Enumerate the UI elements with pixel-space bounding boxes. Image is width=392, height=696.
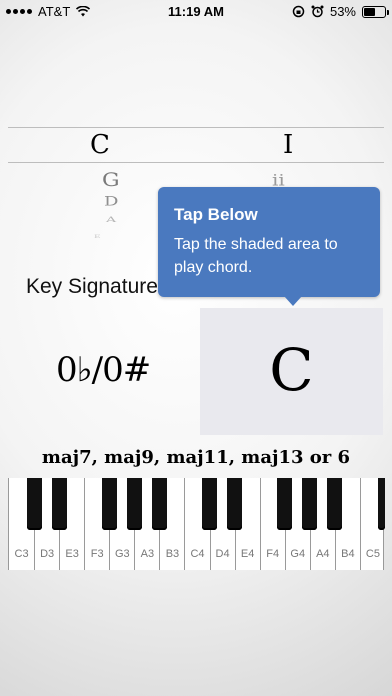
chord-types-label: maj7, maj9, maj11, maj13 or 6 bbox=[41, 447, 351, 468]
piano-keyboard[interactable]: C3 D3 E3 F3 G3 A3 B3 C4 D4 E4 F4 G4 A4 B4 C5 bbox=[8, 478, 385, 570]
chord-name: C bbox=[269, 336, 314, 404]
piano-black-key[interactable] bbox=[277, 478, 293, 530]
picker-note-option[interactable]: G bbox=[102, 170, 120, 191]
tooltip-body: Tap the shaded area to play chord. bbox=[174, 236, 338, 276]
picker-top-line bbox=[8, 127, 384, 128]
piano-key-label: E3 bbox=[65, 548, 79, 560]
piano-black-key[interactable] bbox=[101, 478, 117, 530]
piano-black-key[interactable] bbox=[51, 478, 67, 530]
piano-key-label: F4 bbox=[266, 548, 280, 560]
piano-black-key[interactable] bbox=[377, 478, 385, 530]
picker-note-option[interactable]: E bbox=[94, 235, 102, 240]
piano-black-key[interactable] bbox=[151, 478, 167, 530]
piano-key-label: C5 bbox=[365, 548, 380, 560]
picker-note-option[interactable]: D bbox=[104, 194, 118, 209]
piano-key-label: G3 bbox=[114, 548, 130, 560]
piano-black-key[interactable] bbox=[126, 478, 142, 530]
status-right: 53% bbox=[292, 4, 389, 19]
piano-black-key[interactable] bbox=[202, 478, 218, 530]
tooltip-title: Tap Below bbox=[174, 205, 258, 224]
piano-key-label: F3 bbox=[90, 548, 104, 560]
piano-key-label: B3 bbox=[165, 548, 180, 560]
picker-numeral-selected[interactable]: I bbox=[283, 130, 293, 160]
chord-play-area[interactable]: C bbox=[200, 308, 383, 435]
key-signature-label: Key Signature bbox=[26, 275, 158, 298]
piano-key-label: B4 bbox=[341, 548, 355, 560]
key-signature-value: 0♭/0# bbox=[56, 350, 151, 390]
picker-note-selected[interactable]: C bbox=[90, 130, 110, 160]
piano-black-key[interactable] bbox=[327, 478, 343, 530]
status-bar: AT&T 11:19 AM 53% bbox=[0, 0, 392, 24]
battery-percent: 53% bbox=[329, 4, 356, 19]
alarm-icon bbox=[311, 5, 324, 18]
piano-key-label: A4 bbox=[316, 548, 330, 560]
piano-key-label: A3 bbox=[140, 548, 155, 560]
orientation-lock-icon bbox=[292, 5, 305, 18]
piano-black-key[interactable] bbox=[302, 478, 318, 530]
tap-below-tooltip[interactable]: Tap Below Tap the shaded area to play ch… bbox=[158, 187, 380, 306]
piano-key-label: E4 bbox=[240, 548, 255, 560]
piano-key-label: C4 bbox=[190, 548, 205, 560]
piano-key-label: G4 bbox=[290, 548, 306, 560]
piano-key-label: C3 bbox=[14, 548, 29, 560]
piano-black-key[interactable] bbox=[26, 478, 42, 530]
picker-bottom-line bbox=[8, 162, 384, 163]
battery-icon bbox=[362, 5, 389, 18]
piano-key-label: D3 bbox=[40, 548, 55, 560]
picker-note-option[interactable]: A bbox=[106, 216, 116, 225]
piano-key-label: D4 bbox=[215, 548, 230, 560]
piano-black-key[interactable] bbox=[227, 478, 243, 530]
